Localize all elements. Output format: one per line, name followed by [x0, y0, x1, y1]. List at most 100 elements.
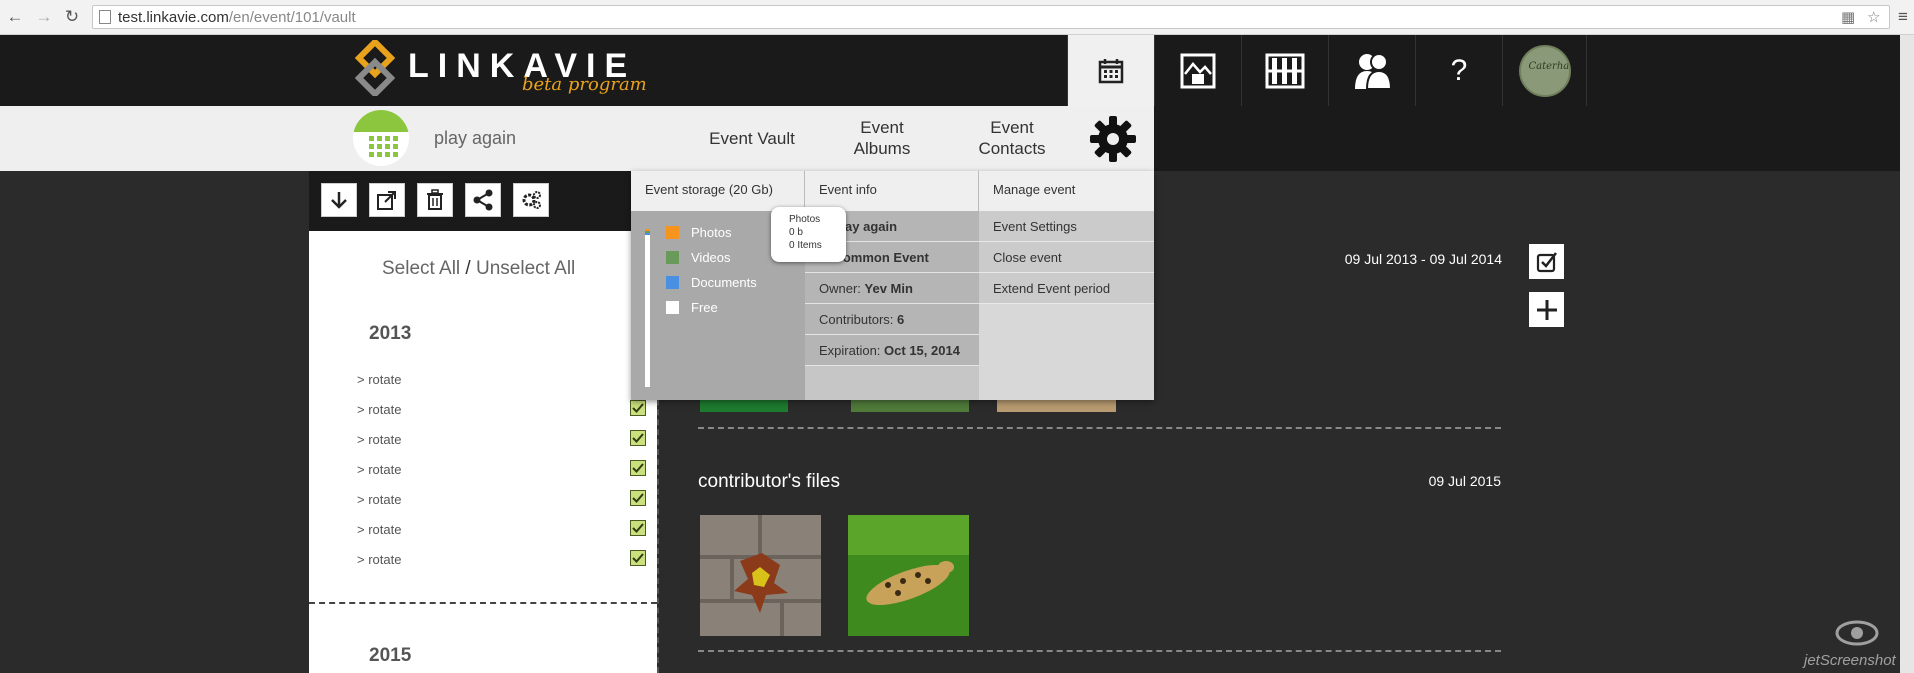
section-divider — [698, 427, 1501, 429]
legend-photos[interactable]: Photos — [666, 225, 731, 240]
forward-arrow-icon[interactable]: → — [34, 7, 54, 27]
tab-help[interactable]: ? — [1415, 35, 1502, 106]
tab-profile[interactable]: Caterham Glass Gr — [1502, 35, 1587, 106]
star-icon[interactable]: ☆ — [1867, 8, 1880, 26]
avatar: Caterham Glass Gr — [1518, 44, 1571, 97]
address-bar[interactable]: test.linkavie.com/en/event/101/vault ▦ ☆ — [92, 5, 1890, 29]
file-item[interactable]: > rotate — [357, 402, 401, 417]
legend-documents[interactable]: Documents — [666, 275, 757, 290]
file-item[interactable]: > rotate — [357, 522, 401, 537]
tab-calendar[interactable] — [1067, 35, 1154, 106]
storage-header: Event storage (20 Gb) — [631, 171, 805, 211]
add-button[interactable] — [1529, 292, 1564, 327]
section-date: 09 Jul 2015 — [1428, 473, 1501, 489]
url-text: test.linkavie.com/en/event/101/vault — [118, 9, 356, 26]
file-item[interactable]: > rotate — [357, 432, 401, 447]
eye-icon — [1835, 620, 1879, 646]
url-path: /en/event/101/vault — [228, 9, 356, 26]
tab-library[interactable] — [1241, 35, 1328, 106]
storage-tooltip: Photos 0 b 0 Items — [771, 207, 846, 262]
download-button[interactable] — [321, 183, 357, 217]
nav-event-contacts[interactable]: Event Contacts — [968, 117, 1056, 159]
section-divider — [309, 602, 657, 604]
menu-icon[interactable]: ≡ — [1893, 7, 1913, 27]
delete-button[interactable] — [417, 183, 453, 217]
info-row-contributors: Contributors: 6 — [805, 304, 979, 335]
watermark: jetScreenshot — [1800, 618, 1900, 673]
people-icon — [1355, 52, 1392, 90]
file-item[interactable]: > rotate — [357, 552, 401, 567]
legend-label: Videos — [691, 250, 731, 265]
files-sidebar — [309, 231, 657, 673]
logo-icon[interactable] — [355, 40, 395, 96]
info-key: Contributors: — [819, 312, 898, 327]
select-all-link[interactable]: Select All — [382, 258, 460, 279]
legend-label: Free — [691, 300, 718, 315]
info-value: Yev Min — [864, 281, 913, 296]
file-item[interactable]: > rotate — [357, 372, 401, 387]
photo-thumbnail[interactable] — [700, 515, 821, 636]
unselect-all-link[interactable]: Unselect All — [476, 258, 575, 279]
info-header: Event info — [805, 171, 979, 211]
close-event-link[interactable]: Close event — [979, 242, 1154, 273]
move-button[interactable] — [369, 183, 405, 217]
info-value: Oct 15, 2014 — [884, 343, 960, 358]
page-icon — [99, 10, 111, 24]
file-item[interactable]: > rotate — [357, 492, 401, 507]
extend-event-link[interactable]: Extend Event period — [979, 273, 1154, 304]
avatar-text: Caterham Glass Gr — [1528, 60, 1570, 72]
file-checkbox[interactable] — [630, 520, 646, 536]
watermark-text: jetScreenshot — [1804, 652, 1896, 669]
file-checkbox[interactable] — [630, 400, 646, 416]
event-dropdown-menu: Event storage (20 Gb) Photos Videos Docu… — [631, 171, 1154, 400]
back-arrow-icon[interactable]: ← — [5, 7, 25, 27]
tab-contacts[interactable] — [1328, 35, 1415, 106]
nav-event-albums[interactable]: Event Albums — [838, 117, 926, 159]
check-square-icon — [1536, 251, 1557, 272]
scrollbar[interactable] — [1900, 35, 1914, 673]
legend-free[interactable]: Free — [666, 300, 718, 315]
free-swatch — [666, 301, 679, 314]
event-settings-link[interactable]: Event Settings — [979, 211, 1154, 242]
file-checkbox[interactable] — [630, 550, 646, 566]
share-icon — [473, 189, 493, 211]
select-separator: / — [460, 258, 476, 279]
file-checkbox[interactable] — [630, 430, 646, 446]
select-mode-button[interactable] — [1529, 244, 1564, 279]
settings-button[interactable] — [513, 183, 549, 217]
reload-icon[interactable]: ↻ — [62, 7, 82, 27]
year-heading: 2013 — [369, 323, 412, 344]
manage-column: Manage event Event Settings Close event … — [979, 171, 1154, 400]
gear-icon[interactable] — [1088, 114, 1138, 164]
info-row-expiration: Expiration: Oct 15, 2014 — [805, 335, 979, 366]
tab-albums[interactable] — [1154, 35, 1241, 106]
tooltip-title: Photos — [789, 214, 821, 225]
legend-videos[interactable]: Videos — [666, 250, 731, 265]
documents-swatch — [666, 276, 679, 289]
photo-thumbnail[interactable] — [848, 515, 969, 636]
calendar-icon — [1098, 58, 1124, 83]
videos-swatch — [666, 251, 679, 264]
url-host: test.linkavie.com — [118, 9, 229, 26]
year-heading: 2015 — [369, 645, 412, 666]
info-row-owner: Owner: Yev Min — [805, 273, 979, 304]
export-box-icon — [377, 191, 396, 210]
storage-column: Event storage (20 Gb) Photos Videos Docu… — [631, 171, 805, 400]
album-date-range: 09 Jul 2013 - 09 Jul 2014 — [1344, 251, 1502, 267]
info-key: Owner: — [819, 281, 865, 296]
checkmark-icon — [632, 493, 644, 503]
nav-event-vault[interactable]: Event Vault — [700, 128, 804, 149]
translate-icon[interactable]: ▦ — [1841, 8, 1855, 26]
help-label: ? — [1450, 53, 1468, 87]
photo-album-icon — [1180, 53, 1216, 88]
file-checkbox[interactable] — [630, 490, 646, 506]
checkmark-icon — [632, 403, 644, 413]
event-avatar — [353, 110, 409, 166]
share-button[interactable] — [465, 183, 501, 217]
app-header — [0, 35, 1900, 106]
bookshelf-icon — [1265, 53, 1305, 88]
file-item[interactable]: > rotate — [357, 462, 401, 477]
file-checkbox[interactable] — [630, 460, 646, 476]
legend-label: Documents — [691, 275, 757, 290]
checkmark-icon — [632, 463, 644, 473]
